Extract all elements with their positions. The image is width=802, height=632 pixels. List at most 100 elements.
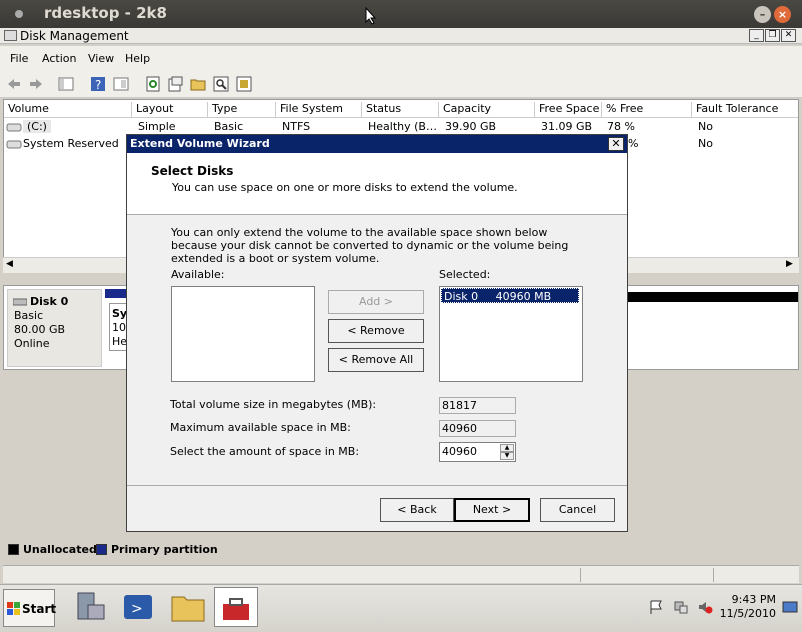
menu-action[interactable]: Action (42, 52, 76, 65)
partition-size: 10 (112, 321, 126, 334)
legend-primary: Primary partition (111, 543, 218, 556)
col-volume[interactable]: Volume (4, 102, 132, 118)
forward-arrow-icon[interactable] (28, 76, 44, 92)
col-capacity[interactable]: Capacity (439, 102, 535, 118)
clock[interactable]: 9:43 PM 11/5/2010 (712, 593, 776, 621)
unallocated-swatch (8, 544, 19, 555)
dialog-header: Select Disks You can use space on one or… (127, 153, 627, 215)
dialog-title: Extend Volume Wizard (130, 137, 270, 150)
amount-label: Select the amount of space in MB: (170, 445, 360, 458)
cancel-button[interactable]: Cancel (540, 498, 615, 522)
available-disks-list[interactable] (171, 286, 315, 382)
unallocated-partition[interactable] (626, 292, 798, 302)
disk-size: 80.00 GB (14, 323, 66, 336)
header-subtitle: You can use space on one or more disks t… (172, 181, 518, 194)
available-label: Available: (171, 268, 225, 281)
rdesktop-title: rdesktop - 2k8 (44, 4, 167, 22)
volume-capacity: 39.90 GB (445, 120, 497, 133)
network-icon[interactable] (673, 599, 689, 615)
selected-disk-item[interactable]: Disk 0 40960 MB (441, 288, 579, 303)
col-layout[interactable]: Layout (132, 102, 208, 118)
open-folder-icon[interactable] (190, 76, 206, 92)
menu-view[interactable]: View (88, 52, 114, 65)
minimize-icon[interactable]: – (754, 6, 771, 23)
volume-muted-icon[interactable] (697, 599, 713, 615)
disk-management-icon (4, 30, 17, 41)
console-tree-icon[interactable] (58, 76, 74, 92)
taskbar: Start > 9:43 PM 11/5/2010 (0, 584, 802, 632)
partition-label: Sy (112, 307, 128, 320)
volume-name: (C:) (23, 120, 51, 133)
remove-button[interactable]: < Remove (328, 319, 424, 343)
disk-0-label[interactable]: Disk 0 Basic 80.00 GB Online (7, 289, 102, 367)
disk-icon (13, 298, 27, 306)
volume-layout: Simple (138, 120, 176, 133)
close-icon[interactable]: × (774, 6, 791, 23)
drive-icon (6, 140, 22, 149)
amount-spin-field[interactable]: 40960 ▲ ▼ (439, 442, 516, 462)
menu-file[interactable]: File (10, 52, 28, 65)
dialog-titlebar: Extend Volume Wizard ✕ (127, 135, 627, 153)
app-restore-button[interactable]: ❐ (765, 29, 780, 42)
dialog-close-button[interactable]: ✕ (608, 137, 624, 151)
explorer-folder-icon[interactable] (166, 587, 210, 627)
app-minimize-button[interactable]: _ (749, 29, 764, 42)
total-size-field: 81817 (439, 397, 516, 414)
toolbox-icon (223, 598, 249, 620)
header-title: Select Disks (151, 164, 234, 178)
volume-pct-free: 78 % (607, 120, 635, 133)
selected-label: Selected: (439, 268, 491, 281)
primary-swatch (96, 544, 107, 555)
partition-status: He (112, 335, 128, 348)
drive-icon (6, 123, 22, 132)
info-note: You can only extend the volume to the av… (171, 226, 569, 265)
flag-icon[interactable] (648, 599, 664, 615)
svg-text:>: > (131, 601, 143, 617)
help-icon[interactable]: ? (90, 76, 106, 92)
spin-up-icon[interactable]: ▲ (500, 444, 514, 452)
server-manager-icon[interactable] (68, 587, 112, 627)
app-titlebar: Disk Management _ ❐ ✕ (0, 28, 802, 44)
taskbar-disk-management[interactable] (214, 587, 258, 627)
export-list-icon[interactable] (167, 76, 183, 92)
volume-pct-free: % (628, 137, 639, 150)
col-percent-free[interactable]: % Free (602, 102, 692, 118)
toolbar: ? (0, 70, 802, 98)
spin-down-icon[interactable]: ▼ (500, 452, 514, 460)
col-file-system[interactable]: File System (276, 102, 362, 118)
scroll-right-icon[interactable]: ▶ (786, 259, 793, 269)
volume-fault: No (698, 137, 713, 150)
legend: Unallocated Primary partition (3, 540, 799, 560)
menu-help[interactable]: Help (125, 52, 150, 65)
disk-name: Disk 0 (30, 295, 69, 308)
volume-status: Healthy (B… (368, 120, 437, 133)
show-desktop-icon[interactable] (782, 601, 798, 613)
scroll-left-icon[interactable]: ◀ (6, 259, 13, 269)
remove-all-button[interactable]: < Remove All (328, 348, 424, 372)
properties-icon[interactable] (113, 76, 129, 92)
clock-date: 11/5/2010 (719, 607, 776, 620)
add-button[interactable]: Add > (328, 290, 424, 314)
clock-time: 9:43 PM (731, 593, 776, 606)
selected-disks-list[interactable]: Disk 0 40960 MB (439, 286, 583, 382)
disk-status: Online (14, 337, 50, 350)
amount-value: 40960 (442, 445, 477, 458)
dialog-body: You can only extend the volume to the av… (127, 216, 627, 484)
svg-text:?: ? (95, 78, 101, 92)
settings-icon[interactable] (236, 76, 252, 92)
mouse-cursor-icon (365, 7, 377, 25)
back-arrow-icon[interactable] (6, 76, 22, 92)
powershell-icon[interactable]: > (116, 587, 160, 627)
volume-name: System Reserved (23, 137, 119, 150)
col-free-space[interactable]: Free Space (535, 102, 602, 118)
col-fault-tolerance[interactable]: Fault Tolerance (692, 102, 798, 118)
app-close-button[interactable]: ✕ (781, 29, 796, 42)
col-type[interactable]: Type (208, 102, 276, 118)
refresh-icon[interactable] (145, 76, 161, 92)
start-button[interactable]: Start (3, 589, 56, 627)
back-button[interactable]: < Back (380, 498, 454, 522)
next-button[interactable]: Next > (454, 498, 530, 522)
search-icon[interactable] (213, 76, 229, 92)
col-status[interactable]: Status (362, 102, 439, 118)
total-size-label: Total volume size in megabytes (MB): (170, 398, 377, 411)
